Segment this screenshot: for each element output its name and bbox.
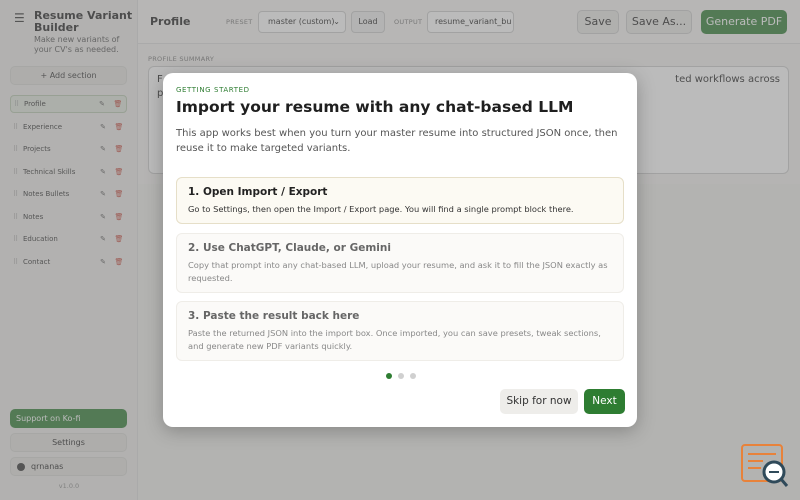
- step-card-2: 2. Use ChatGPT, Claude, or Gemini Copy t…: [176, 233, 624, 293]
- modal-intro: This app works best when you turn your m…: [176, 128, 618, 154]
- app-logo-icon: [741, 444, 789, 487]
- step-dot[interactable]: [386, 373, 392, 379]
- skip-button[interactable]: Skip for now: [500, 389, 578, 414]
- step-card-3: 3. Paste the result back here Paste the …: [176, 301, 624, 361]
- step-dot[interactable]: [398, 373, 404, 379]
- step-card-1: 1. Open Import / Export Go to Settings, …: [176, 177, 624, 224]
- step-title: 1. Open Import / Export: [188, 186, 328, 198]
- step-title: 2. Use ChatGPT, Claude, or Gemini: [188, 242, 391, 254]
- step-dot[interactable]: [410, 373, 416, 379]
- step-description: Paste the returned JSON into the import …: [188, 328, 601, 351]
- step-indicator: [386, 373, 416, 379]
- modal-eyebrow: GETTING STARTED: [176, 86, 250, 94]
- step-title: 3. Paste the result back here: [188, 310, 360, 322]
- next-button[interactable]: Next: [584, 389, 625, 414]
- getting-started-modal: GETTING STARTED Import your resume with …: [163, 73, 637, 427]
- step-description: Copy that prompt into any chat-based LLM…: [188, 260, 608, 283]
- step-description: Go to Settings, then open the Import / E…: [188, 204, 574, 214]
- modal-title: Import your resume with any chat-based L…: [176, 98, 574, 116]
